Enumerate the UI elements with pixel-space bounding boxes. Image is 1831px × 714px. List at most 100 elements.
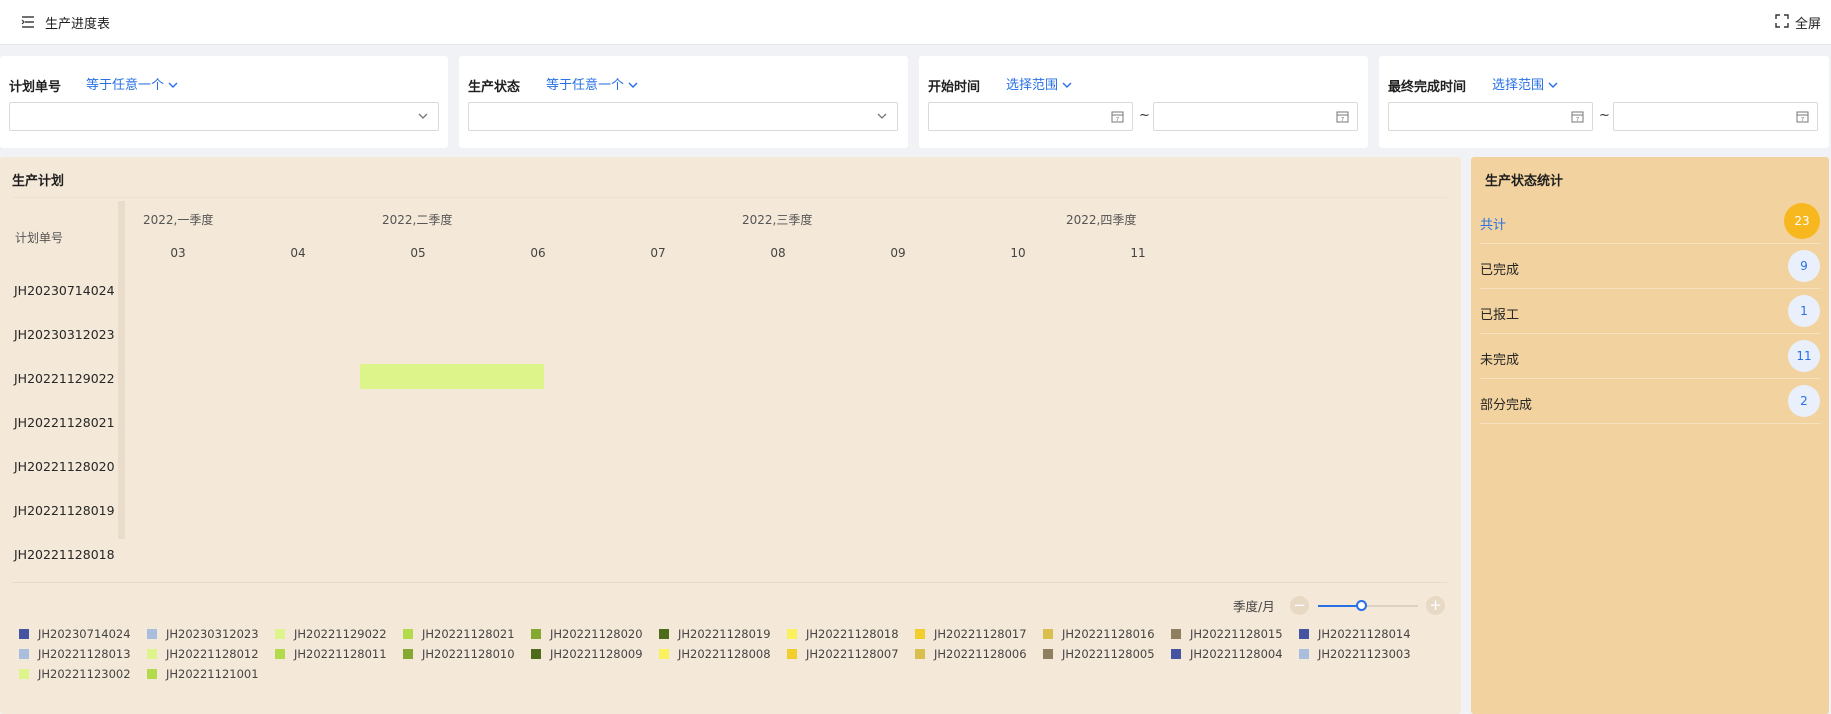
stat-label: 已报工 bbox=[1480, 308, 1520, 323]
filter-operator-dropdown[interactable]: 选择范围 bbox=[1492, 74, 1558, 93]
legend-label: JH20221128018 bbox=[806, 627, 899, 641]
chevron-down-icon bbox=[877, 113, 887, 119]
zoom-in-button[interactable]: + bbox=[1426, 596, 1445, 615]
legend-swatch bbox=[1299, 629, 1309, 639]
calendar-icon: 7 bbox=[1571, 111, 1584, 123]
legend-swatch bbox=[659, 629, 669, 639]
gantt-bar[interactable] bbox=[360, 364, 544, 389]
stat-count-badge: 23 bbox=[1784, 203, 1820, 239]
start-time-to-input[interactable]: 7 bbox=[1153, 102, 1358, 131]
column-divider[interactable] bbox=[118, 201, 125, 539]
stat-row-partially-completed[interactable]: 部分完成 2 bbox=[1480, 379, 1820, 424]
filter-operator-text: 等于任意一个 bbox=[546, 78, 625, 93]
stat-label: 已完成 bbox=[1480, 263, 1520, 278]
stat-row-completed[interactable]: 已完成 9 bbox=[1480, 244, 1820, 289]
quarter-label: 2022,三季度 bbox=[742, 213, 813, 227]
svg-text:7: 7 bbox=[1576, 117, 1580, 123]
legend-label: JH20221128021 bbox=[422, 627, 515, 641]
fullscreen-button[interactable]: 全屏 bbox=[1775, 12, 1831, 32]
range-separator: ~ bbox=[1139, 108, 1150, 123]
legend-label: JH20221128005 bbox=[1062, 647, 1155, 661]
menu-icon[interactable] bbox=[20, 13, 38, 31]
zoom-out-button[interactable]: − bbox=[1290, 596, 1309, 615]
legend-swatch bbox=[1043, 629, 1053, 639]
calendar-icon: 7 bbox=[1796, 111, 1809, 123]
legend-label: JH20221121001 bbox=[166, 667, 259, 681]
filter-label: 计划单号 bbox=[9, 80, 62, 95]
production-plan-panel: 生产计划 计划单号 2022,一季度 2022,二季度 2022,三季度 202… bbox=[0, 157, 1461, 714]
legend-swatch bbox=[19, 649, 29, 659]
row-label: JH20221129022 bbox=[14, 371, 115, 386]
fullscreen-label: 全屏 bbox=[1795, 17, 1822, 32]
chevron-down-icon bbox=[168, 82, 178, 88]
calendar-icon: 7 bbox=[1336, 111, 1349, 123]
row-label: JH20230312023 bbox=[14, 327, 115, 342]
legend-swatch bbox=[275, 649, 285, 659]
divider bbox=[12, 197, 1447, 198]
filter-operator-text: 选择范围 bbox=[1492, 78, 1545, 93]
legend-swatch bbox=[1171, 629, 1181, 639]
stat-row-incomplete[interactable]: 未完成 11 bbox=[1480, 334, 1820, 379]
row-label: JH20221128020 bbox=[14, 459, 115, 474]
legend-label: JH20230714024 bbox=[38, 627, 131, 641]
month-label: 11 bbox=[1130, 246, 1146, 260]
fullscreen-icon bbox=[1775, 14, 1789, 28]
legend-swatch bbox=[915, 629, 925, 639]
legend-swatch bbox=[1171, 649, 1181, 659]
filter-label: 生产状态 bbox=[468, 80, 521, 95]
filter-operator-dropdown[interactable]: 等于任意一个 bbox=[86, 74, 178, 93]
legend-label: JH20221128006 bbox=[934, 647, 1027, 661]
zoom-label: 季度/月 bbox=[1233, 599, 1275, 614]
row-label: JH20221128019 bbox=[14, 503, 115, 518]
legend-swatch bbox=[147, 669, 157, 679]
svg-text:7: 7 bbox=[1801, 117, 1805, 123]
svg-text:7: 7 bbox=[1116, 117, 1120, 123]
completion-time-from-input[interactable]: 7 bbox=[1388, 102, 1593, 131]
filter-operator-dropdown[interactable]: 等于任意一个 bbox=[546, 74, 638, 93]
legend-label: JH20221128014 bbox=[1318, 627, 1411, 641]
production-status-stats-panel: 生产状态统计 共计 23 已完成 9 已报工 1 未完成 11 部分完成 2 bbox=[1471, 157, 1829, 714]
chevron-down-icon bbox=[1548, 82, 1558, 88]
column-header-plan-number: 计划单号 bbox=[15, 231, 64, 245]
panel-title: 生产状态统计 bbox=[1485, 174, 1564, 189]
production-status-select[interactable] bbox=[468, 102, 898, 131]
completion-time-to-input[interactable]: 7 bbox=[1613, 102, 1818, 131]
month-label: 05 bbox=[410, 246, 426, 260]
legend-swatch bbox=[1299, 649, 1309, 659]
legend-label: JH20221128020 bbox=[550, 627, 643, 641]
legend-label: JH20221128010 bbox=[422, 647, 515, 661]
stat-label: 部分完成 bbox=[1480, 398, 1533, 413]
zoom-slider-fill bbox=[1318, 605, 1361, 607]
chevron-down-icon bbox=[418, 113, 428, 119]
legend-label: JH20221128011 bbox=[294, 647, 387, 661]
filter-plan-number: 计划单号 等于任意一个 bbox=[0, 56, 448, 148]
legend-swatch bbox=[787, 649, 797, 659]
stat-row-reported[interactable]: 已报工 1 bbox=[1480, 289, 1820, 334]
legend-swatch bbox=[147, 629, 157, 639]
month-label: 04 bbox=[290, 246, 306, 260]
filter-operator-dropdown[interactable]: 选择范围 bbox=[1006, 74, 1072, 93]
zoom-slider-handle[interactable] bbox=[1356, 600, 1367, 611]
legend-swatch bbox=[147, 649, 157, 659]
quarter-label: 2022,四季度 bbox=[1066, 213, 1137, 227]
filter-operator-text: 等于任意一个 bbox=[86, 78, 165, 93]
stat-row-total[interactable]: 共计 23 bbox=[1480, 199, 1820, 244]
divider bbox=[12, 582, 1447, 583]
plan-number-select[interactable] bbox=[9, 102, 439, 131]
legend-swatch bbox=[915, 649, 925, 659]
chevron-down-icon bbox=[628, 82, 638, 88]
filter-operator-text: 选择范围 bbox=[1006, 78, 1059, 93]
legend-label: JH20221123002 bbox=[38, 667, 131, 681]
quarter-label: 2022,一季度 bbox=[143, 213, 214, 227]
month-label: 10 bbox=[1010, 246, 1026, 260]
legend-swatch bbox=[659, 649, 669, 659]
legend-label: JH20221128009 bbox=[550, 647, 643, 661]
stat-count-badge: 1 bbox=[1788, 295, 1820, 327]
legend-label: JH20221128017 bbox=[934, 627, 1027, 641]
month-label: 09 bbox=[890, 246, 906, 260]
row-label: JH20221128018 bbox=[14, 547, 115, 562]
top-bar: 生产进度表 全屏 bbox=[0, 0, 1831, 45]
start-time-from-input[interactable]: 7 bbox=[928, 102, 1133, 131]
legend-label: JH20221128015 bbox=[1190, 627, 1283, 641]
row-label: JH20221128021 bbox=[14, 415, 115, 430]
